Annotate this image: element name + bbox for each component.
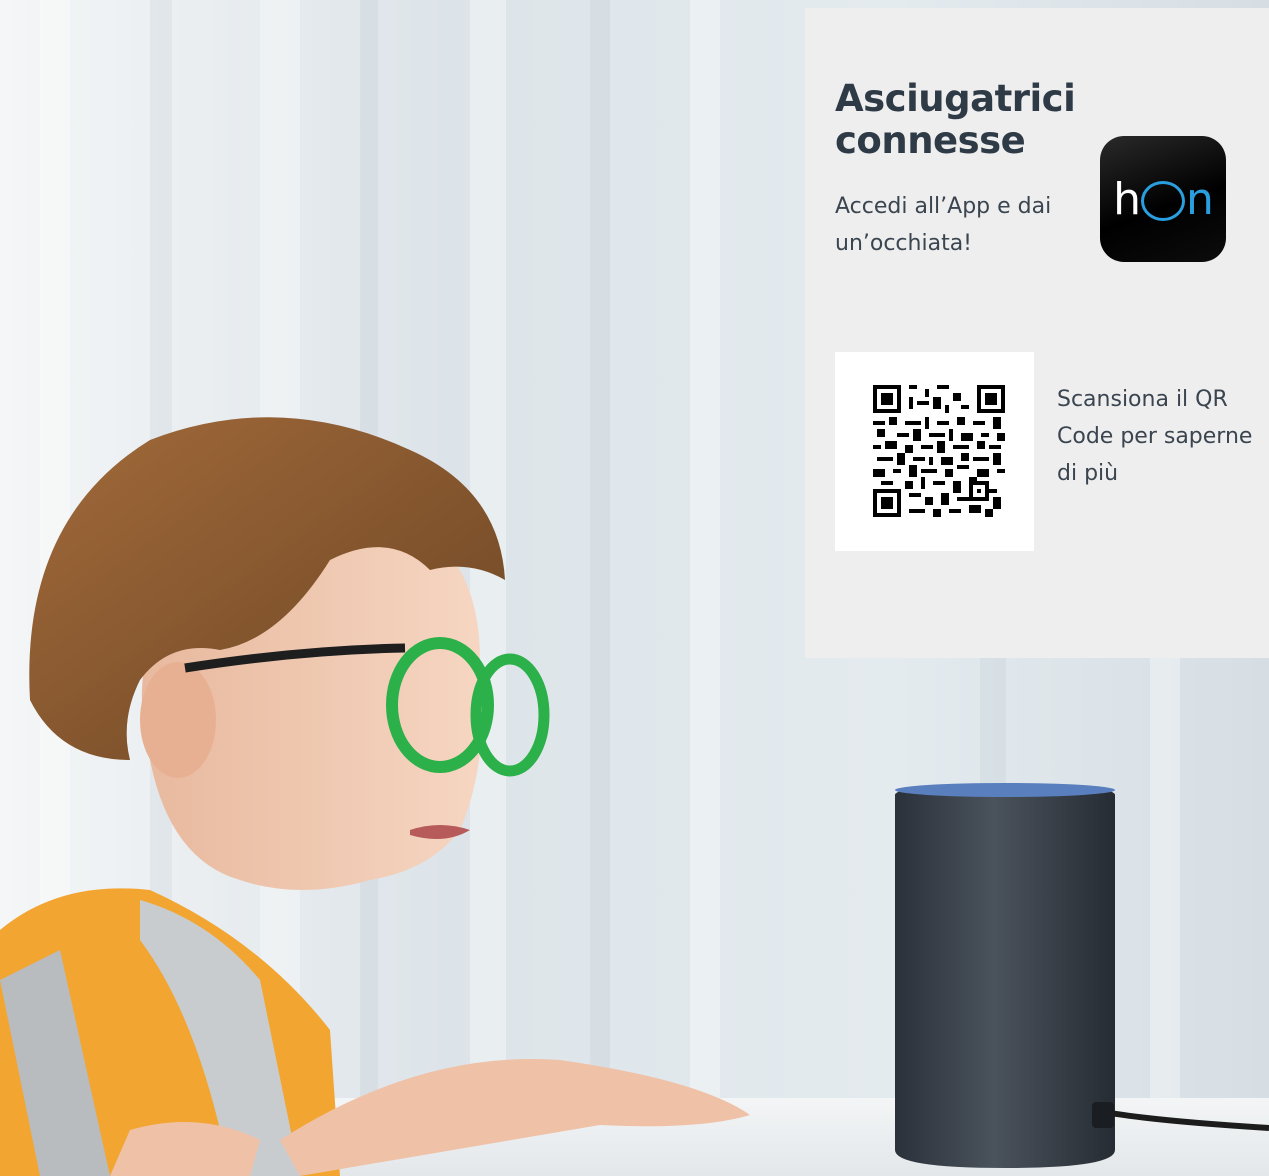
panel-title: Asciugatrici connesse bbox=[835, 77, 1076, 162]
hon-logo-ring-icon bbox=[1141, 181, 1185, 221]
hon-logo-n: n bbox=[1186, 173, 1214, 225]
qr-caption: Scansiona il QR Code per saperne di più bbox=[1057, 387, 1253, 486]
hon-app-icon[interactable]: h n bbox=[1100, 136, 1226, 262]
info-panel: Asciugatrici connesse Accedi all’App e d… bbox=[805, 8, 1269, 658]
panel-subtitle: Accedi all’App e dai un’occhiata! bbox=[835, 194, 1052, 256]
qr-code-icon bbox=[873, 385, 1005, 517]
qr-code-card[interactable] bbox=[835, 352, 1034, 551]
hon-logo-h: h bbox=[1113, 173, 1141, 225]
hon-logo: h n bbox=[1113, 173, 1214, 225]
